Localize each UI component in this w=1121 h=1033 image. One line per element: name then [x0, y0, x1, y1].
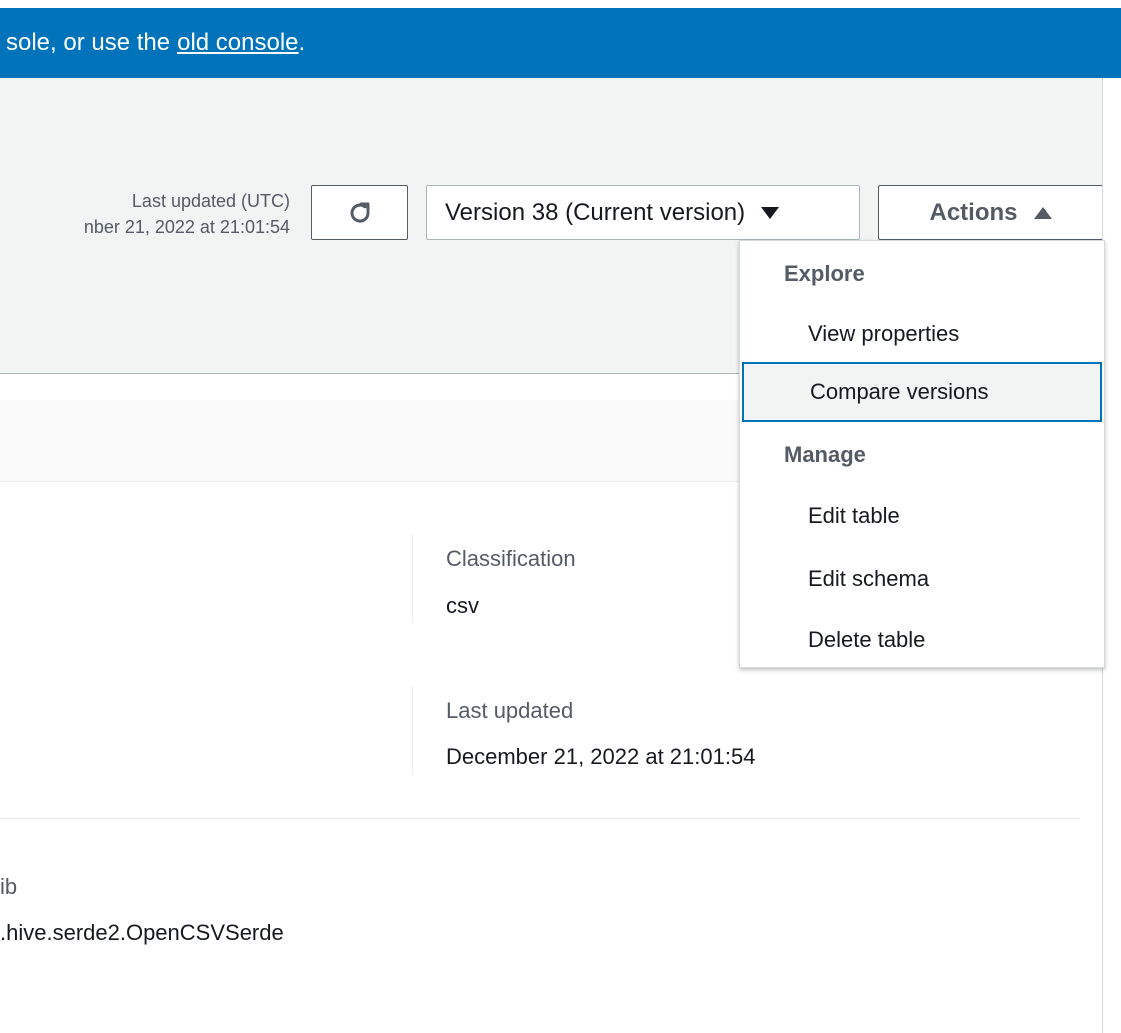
serde-library-label: ib [0, 874, 18, 899]
menu-item-edit-table[interactable]: Edit table [808, 503, 900, 529]
last-updated-field-value: December 21, 2022 at 21:01:54 [446, 744, 756, 769]
actions-label: Actions [929, 198, 1018, 226]
menu-group-manage: Manage [784, 442, 866, 467]
menu-item-edit-schema[interactable]: Edit schema [808, 566, 929, 592]
refresh-button[interactable] [311, 185, 408, 240]
last-updated-field-label: Last updated [446, 698, 574, 723]
banner-text-suffix: . [298, 29, 306, 56]
last-updated-value: nber 21, 2022 at 21:01:54 [83, 217, 290, 237]
classification-label: Classification [446, 546, 576, 571]
old-console-link[interactable]: old console [177, 29, 298, 57]
banner-text: sole, or use the [6, 29, 171, 56]
caret-up-icon [1033, 206, 1052, 219]
refresh-icon [350, 202, 370, 222]
menu-group-explore: Explore [784, 261, 865, 286]
actions-dropdown-menu: Explore View properties Compare versions… [739, 240, 1105, 668]
menu-item-label: Compare versions [810, 379, 989, 404]
caret-down-icon [761, 206, 780, 219]
serde-library-value: .hive.serde2.OpenCSVSerde [0, 920, 284, 945]
version-select[interactable]: Version 38 (Current version) [426, 185, 860, 240]
column-divider [412, 534, 413, 622]
classification-value: csv [446, 593, 479, 618]
column-divider [412, 686, 413, 774]
last-updated-info: Last updated (UTC) nber 21, 2022 at 21:0… [0, 188, 290, 240]
menu-item-compare-versions[interactable]: Compare versions [742, 362, 1102, 422]
menu-item-delete-table[interactable]: Delete table [808, 627, 925, 653]
version-select-value: Version 38 (Current version) [445, 198, 746, 226]
actions-button[interactable]: Actions [878, 185, 1103, 240]
menu-item-view-properties[interactable]: View properties [808, 321, 959, 347]
console-banner: sole, or use the old console . [0, 8, 1121, 78]
section-divider [0, 818, 1080, 819]
last-updated-label: Last updated (UTC) [131, 191, 290, 211]
